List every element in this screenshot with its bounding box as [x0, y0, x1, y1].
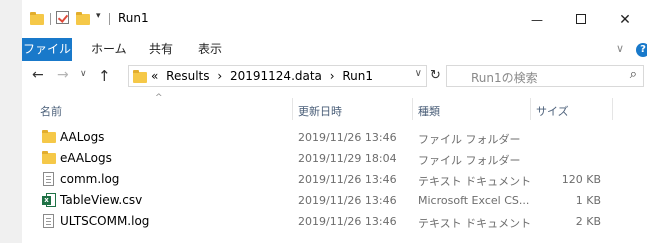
file-row[interactable]: ULTSCOMM.log 2019/11/26 13:46 テキスト ドキュメン… — [22, 210, 647, 231]
new-folder-icon[interactable] — [76, 12, 90, 25]
search-input[interactable]: Run1の検索 ⌕ — [446, 65, 644, 87]
quick-access-separator — [109, 13, 110, 25]
file-row[interactable]: x TableView.csv 2019/11/26 13:46 Microso… — [22, 189, 647, 210]
column-divider[interactable] — [292, 98, 293, 120]
file-row[interactable]: eAALogs 2019/11/29 18:04 ファイル フォルダー — [22, 147, 647, 168]
column-divider[interactable] — [612, 98, 613, 120]
file-date-modified: 2019/11/26 13:46 — [298, 131, 397, 144]
file-type: Microsoft Excel CS... — [418, 194, 530, 207]
search-placeholder: Run1の検索 — [471, 71, 538, 85]
title-bar: ▾ Run1 — ✕ — [22, 0, 647, 38]
file-name: AALogs — [60, 130, 105, 144]
file-row[interactable]: AALogs 2019/11/26 13:46 ファイル フォルダー — [22, 126, 647, 147]
address-folder-icon — [133, 70, 147, 83]
file-type: テキスト ドキュメント — [418, 175, 532, 188]
maximize-icon — [576, 14, 586, 24]
file-date-modified: 2019/11/26 13:46 — [298, 194, 397, 207]
desktop-background-strip — [0, 0, 22, 243]
sort-ascending-icon: ^ — [155, 93, 163, 103]
column-divider[interactable] — [412, 98, 413, 120]
close-icon: ✕ — [619, 12, 631, 28]
file-list: AALogs 2019/11/26 13:46 ファイル フォルダー eAALo… — [22, 126, 647, 231]
file-type: ファイル フォルダー — [418, 133, 521, 146]
quick-access-separator — [50, 13, 51, 25]
column-header-row: ^ 名前 更新日時 種類 サイズ — [22, 93, 647, 121]
column-header-type[interactable]: 種類 — [418, 103, 440, 119]
file-type: テキスト ドキュメント — [418, 217, 532, 230]
file-size: 120 KB — [561, 173, 601, 186]
breadcrumb-segment-date[interactable]: 20191124.data — [230, 69, 322, 83]
tab-view[interactable]: 表示 — [198, 38, 222, 61]
file-type: ファイル フォルダー — [418, 154, 521, 167]
address-bar[interactable]: « Results › 20191124.data › Run1 ∨ — [128, 65, 427, 87]
breadcrumb-overflow[interactable]: « — [151, 69, 158, 83]
file-name: comm.log — [60, 172, 120, 186]
recent-locations-chevron-icon[interactable]: ∨ — [80, 69, 87, 79]
window-folder-icon — [30, 12, 44, 25]
tab-file[interactable]: ファイル — [22, 38, 72, 61]
file-explorer-window: ▾ Run1 — ✕ ファイル ホーム 共有 表示 ∨ ? ← → ∨ ↑ « … — [22, 0, 647, 243]
column-divider[interactable] — [530, 98, 531, 120]
file-size: 2 KB — [575, 215, 601, 228]
forward-arrow-icon[interactable]: → — [57, 67, 69, 83]
up-arrow-icon[interactable]: ↑ — [98, 67, 111, 85]
file-date-modified: 2019/11/26 13:46 — [298, 173, 397, 186]
expand-ribbon-icon[interactable]: ∨ — [616, 42, 624, 55]
navigation-bar: ← → ∨ ↑ « Results › 20191124.data › Run1… — [22, 61, 647, 93]
file-name: eAALogs — [60, 151, 112, 165]
close-button[interactable]: ✕ — [603, 0, 647, 38]
file-date-modified: 2019/11/29 18:04 — [298, 152, 397, 165]
breadcrumb-separator-icon[interactable]: › — [217, 69, 222, 83]
minimize-icon: — — [531, 13, 543, 27]
minimize-button[interactable]: — — [515, 0, 559, 38]
breadcrumb-segment-results[interactable]: Results — [166, 69, 209, 83]
file-date-modified: 2019/11/26 13:46 — [298, 215, 397, 228]
tab-home[interactable]: ホーム — [91, 38, 127, 61]
file-size: 1 KB — [575, 194, 601, 207]
file-row[interactable]: comm.log 2019/11/26 13:46 テキスト ドキュメント 12… — [22, 168, 647, 189]
column-header-name[interactable]: 名前 — [40, 103, 62, 119]
address-dropdown-icon[interactable]: ∨ — [415, 68, 422, 79]
folder-icon — [42, 130, 56, 143]
back-arrow-icon[interactable]: ← — [32, 67, 44, 83]
maximize-button[interactable] — [559, 0, 603, 38]
column-header-date-modified[interactable]: 更新日時 — [298, 103, 342, 119]
refresh-icon[interactable]: ↻ — [430, 68, 441, 83]
window-title: Run1 — [118, 11, 149, 25]
breadcrumb-segment-run1[interactable]: Run1 — [342, 69, 373, 83]
file-name: ULTSCOMM.log — [60, 214, 150, 228]
file-name: TableView.csv — [60, 193, 143, 207]
quick-access-dropdown-icon[interactable]: ▾ — [96, 11, 101, 21]
tab-share[interactable]: 共有 — [149, 38, 173, 61]
help-icon[interactable]: ? — [636, 43, 647, 57]
properties-check-icon[interactable] — [56, 11, 69, 24]
folder-icon — [42, 151, 56, 164]
ribbon-tab-bar: ファイル ホーム 共有 表示 ∨ ? — [22, 38, 647, 62]
excel-csv-icon: x — [42, 193, 56, 207]
search-icon[interactable]: ⌕ — [630, 67, 637, 82]
breadcrumb-separator-icon[interactable]: › — [330, 69, 335, 83]
breadcrumb: « Results › 20191124.data › Run1 — [151, 69, 377, 83]
column-header-size[interactable]: サイズ — [536, 103, 569, 119]
text-document-icon — [43, 172, 54, 186]
text-document-icon — [43, 214, 54, 228]
